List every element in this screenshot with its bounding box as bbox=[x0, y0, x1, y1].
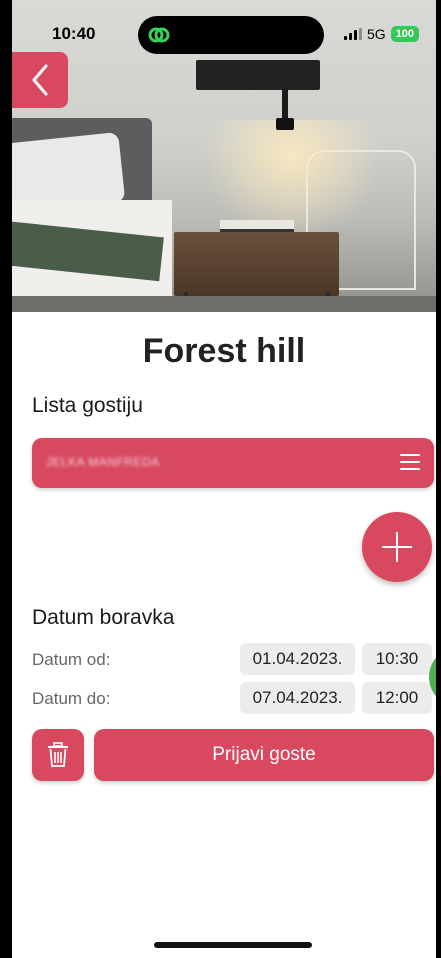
floor bbox=[12, 296, 436, 312]
link-rings-icon bbox=[148, 27, 170, 43]
home-indicator[interactable] bbox=[154, 942, 312, 948]
stay-dates-heading: Datum boravka bbox=[32, 606, 175, 629]
date-from-label: Datum od: bbox=[32, 650, 111, 669]
register-guests-button[interactable]: Prijavi goste bbox=[94, 729, 434, 781]
status-time: 10:40 bbox=[52, 24, 96, 43]
signal-icon bbox=[344, 28, 362, 40]
battery-indicator: 100 bbox=[390, 26, 420, 42]
chevron-left-icon bbox=[32, 64, 48, 96]
network-type: 5G bbox=[367, 26, 386, 42]
dynamic-island bbox=[138, 16, 324, 54]
lamp-head bbox=[276, 118, 294, 130]
back-button[interactable] bbox=[12, 52, 68, 108]
date-to-label: Datum do: bbox=[32, 689, 111, 708]
date-from-field[interactable]: 01.04.2023. bbox=[240, 643, 355, 675]
guest-list-item[interactable]: JELKA MANFREDA bbox=[32, 438, 434, 488]
delete-button[interactable] bbox=[32, 729, 84, 781]
books bbox=[220, 220, 294, 232]
nightstand bbox=[174, 232, 339, 296]
hamburger-icon[interactable] bbox=[400, 454, 420, 471]
guest-list-heading: Lista gostiju bbox=[32, 394, 143, 417]
add-guest-button[interactable] bbox=[362, 512, 432, 582]
status-indicators: 5G 100 bbox=[344, 26, 420, 42]
wall-lamp bbox=[196, 60, 320, 90]
time-to-field[interactable]: 12:00 bbox=[362, 682, 432, 714]
page-title: Forest hill bbox=[142, 332, 306, 370]
time-from-field[interactable]: 10:30 bbox=[362, 643, 432, 675]
guest-name: JELKA MANFREDA bbox=[46, 455, 160, 469]
date-to-field[interactable]: 07.04.2023. bbox=[240, 682, 355, 714]
app-screen: 10:40 5G 100 Forest hill Lista gostiju J… bbox=[12, 0, 436, 958]
trash-icon bbox=[48, 742, 68, 767]
